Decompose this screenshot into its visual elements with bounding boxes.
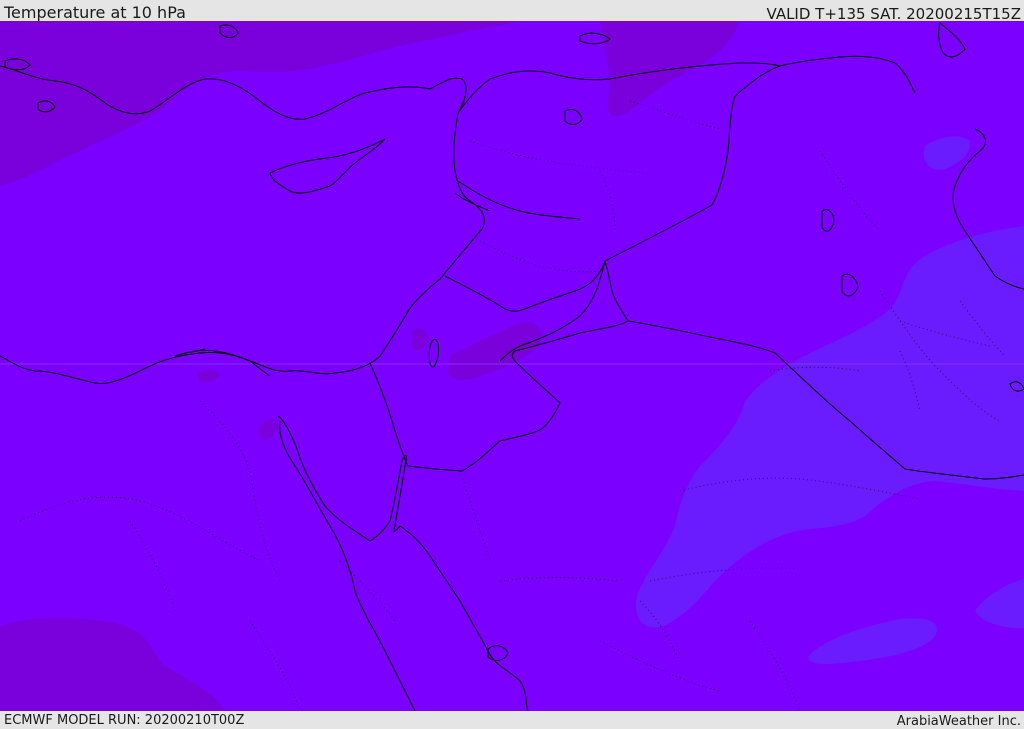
map-title: Temperature at 10 hPa	[4, 3, 186, 22]
temperature-map	[0, 21, 1024, 711]
map-canvas	[0, 21, 1024, 711]
footer-bar: ECMWF MODEL RUN: 20200210T00Z ArabiaWeat…	[0, 711, 1024, 729]
model-run-label: ECMWF MODEL RUN: 20200210T00Z	[4, 713, 245, 728]
weather-map-frame: Temperature at 10 hPa VALID T+135 SAT. 2…	[0, 0, 1024, 729]
header-bar: Temperature at 10 hPa VALID T+135 SAT. 2…	[0, 0, 1024, 23]
credit-label: ArabiaWeather Inc.	[896, 714, 1021, 729]
